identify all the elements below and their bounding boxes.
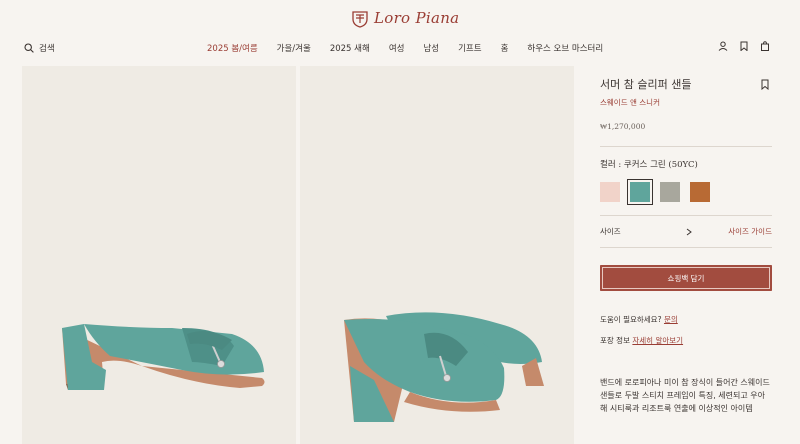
search-icon [24, 43, 34, 53]
crest-icon [352, 11, 368, 28]
bag-icon[interactable] [760, 41, 770, 51]
color-swatch-pink[interactable] [600, 182, 620, 202]
product-image-pair[interactable] [300, 66, 574, 444]
nav-item-gifts[interactable]: 기프트 [458, 42, 481, 54]
search-button[interactable]: 검색 [24, 42, 55, 54]
wishlist-icon[interactable] [739, 41, 749, 51]
color-swatches [600, 179, 772, 205]
nav-item-women[interactable]: 여성 [389, 42, 405, 54]
size-row: 사이즈 사이즈 가이드 [600, 226, 772, 237]
care-text: 포장 정보 [600, 336, 630, 345]
sandal-side-image [62, 324, 265, 390]
search-label: 검색 [39, 44, 55, 54]
nav-item-men[interactable]: 남성 [423, 42, 439, 54]
nav-item-new-year[interactable]: 2025 새해 [330, 42, 370, 54]
main-nav: 2025 봄/여름 가을/겨울 2025 새해 여성 남성 기프트 홈 하우스 … [207, 42, 603, 54]
product-description: 밴드에 로로피아나 미이 참 장식이 들어간 스웨이드 샌들로 두발 스티치 프… [600, 378, 770, 413]
learn-more-link[interactable]: 자세히 알아보기 [632, 336, 683, 345]
divider [600, 215, 772, 216]
nav-item-ss25[interactable]: 2025 봄/여름 [207, 42, 258, 54]
header-actions [718, 41, 770, 51]
color-swatch-grey[interactable] [660, 182, 680, 202]
sandal-pair-image [344, 312, 544, 422]
color-label: 컬러 : 쿠커스 그린 (50YC) [600, 160, 698, 170]
divider [600, 247, 772, 248]
product-subtitle[interactable]: 스웨이드 앤 스니커 [600, 97, 772, 108]
brand-wordmark: Loro Piana [374, 9, 460, 27]
product-price: ₩1,270,000 [600, 122, 646, 131]
product-gallery [22, 66, 574, 444]
size-select[interactable]: 사이즈 [600, 226, 692, 237]
chevron-right-icon [686, 228, 692, 235]
nav-item-fw[interactable]: 가을/겨울 [277, 42, 311, 54]
help-line: 도움이 필요하세요? 문의 [600, 314, 772, 325]
size-guide-link[interactable]: 사이즈 가이드 [728, 226, 772, 237]
divider [600, 146, 772, 147]
color-swatch-cognac[interactable] [690, 182, 710, 202]
account-icon[interactable] [718, 41, 728, 51]
help-text: 도움이 필요하세요? [600, 315, 662, 324]
product-title: 서머 참 슬리퍼 샌들 [600, 78, 692, 91]
size-label: 사이즈 [600, 227, 621, 236]
product-image-side[interactable] [22, 66, 296, 444]
nav-item-home[interactable]: 홈 [501, 42, 509, 54]
contact-link[interactable]: 문의 [664, 315, 678, 324]
color-swatch-teal[interactable] [627, 179, 653, 205]
bookmark-icon[interactable] [760, 79, 770, 90]
care-line: 포장 정보 자세히 알아보기 [600, 335, 772, 346]
product-info: 서머 참 슬리퍼 샌들 스웨이드 앤 스니커 ₩1,270,000 컬러 : 쿠… [600, 76, 772, 415]
nav-item-house-of-mastery[interactable]: 하우스 오브 마스터리 [527, 42, 603, 54]
brand-logo[interactable]: Loro Piana [350, 8, 459, 28]
add-to-bag-button[interactable]: 쇼핑백 담기 [600, 265, 772, 291]
